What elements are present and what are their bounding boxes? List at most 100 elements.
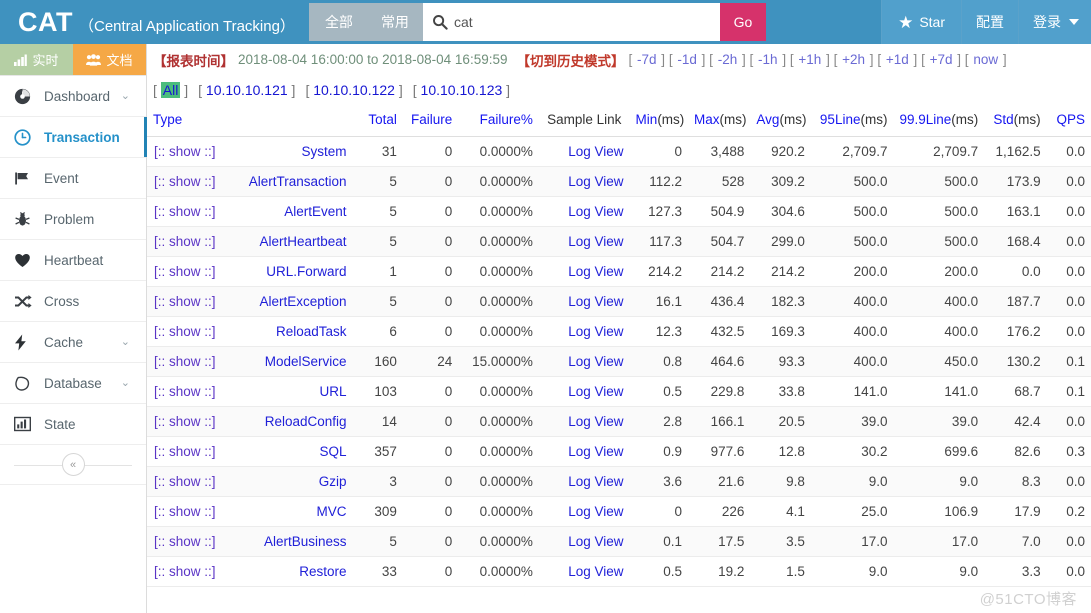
time-shift-minus-1h[interactable]: -1h bbox=[757, 52, 779, 67]
log-view-link[interactable]: Log View bbox=[568, 534, 623, 549]
time-shift-plus-1d[interactable]: +1d bbox=[885, 52, 910, 67]
show-link[interactable]: [:: show ::] bbox=[154, 444, 216, 459]
col-header-max[interactable]: Max(ms) bbox=[687, 105, 751, 137]
search-input[interactable] bbox=[453, 14, 720, 30]
time-shift-minus-7d[interactable]: -7d bbox=[636, 52, 658, 67]
show-cell: [:: show ::] bbox=[147, 136, 222, 167]
show-link[interactable]: [:: show ::] bbox=[154, 564, 216, 579]
show-link[interactable]: [:: show ::] bbox=[154, 324, 216, 339]
sidebar-item-transaction[interactable]: Transaction bbox=[0, 117, 147, 158]
type-link[interactable]: AlertHeartbeat bbox=[259, 234, 346, 249]
history-mode-link[interactable]: 【切到历史模式】 bbox=[516, 50, 624, 70]
star-button[interactable]: ★ Star bbox=[881, 0, 961, 44]
show-link[interactable]: [:: show ::] bbox=[154, 264, 216, 279]
ip-filter-link[interactable]: All bbox=[160, 82, 181, 98]
time-shift-plus-1h[interactable]: +1h bbox=[797, 52, 822, 67]
show-link[interactable]: [:: show ::] bbox=[154, 174, 216, 189]
log-view-link[interactable]: Log View bbox=[568, 564, 623, 579]
l95-cell: 39.0 bbox=[810, 406, 894, 437]
log-view-link[interactable]: Log View bbox=[568, 414, 623, 429]
filter-common-button[interactable]: 常用 bbox=[366, 3, 423, 41]
time-shift-plus-2h[interactable]: +2h bbox=[841, 52, 866, 67]
sample-link-cell: Log View bbox=[538, 556, 630, 587]
show-link[interactable]: [:: show ::] bbox=[154, 504, 216, 519]
sample-link-cell: Log View bbox=[538, 166, 630, 197]
col-header-qps[interactable]: QPS bbox=[1046, 105, 1091, 137]
ip-filter-link[interactable]: 10.10.10.123 bbox=[421, 82, 503, 98]
col-header-failure[interactable]: Failure bbox=[402, 105, 459, 137]
log-view-link[interactable]: Log View bbox=[568, 204, 623, 219]
type-link[interactable]: ReloadConfig bbox=[265, 414, 347, 429]
col-header-avg[interactable]: Avg(ms) bbox=[750, 105, 811, 137]
log-view-link[interactable]: Log View bbox=[568, 444, 623, 459]
mode-doc-button[interactable]: 文档 bbox=[73, 44, 146, 75]
show-link[interactable]: [:: show ::] bbox=[154, 294, 216, 309]
failure-cell: 0 bbox=[402, 556, 459, 587]
type-link[interactable]: ReloadTask bbox=[276, 324, 347, 339]
log-view-link[interactable]: Log View bbox=[568, 324, 623, 339]
type-link[interactable]: MVC bbox=[317, 504, 347, 519]
log-view-link[interactable]: Log View bbox=[568, 354, 623, 369]
sidebar-item-state[interactable]: State bbox=[0, 404, 146, 445]
log-view-link[interactable]: Log View bbox=[568, 234, 623, 249]
go-button[interactable]: Go bbox=[719, 3, 766, 41]
config-button[interactable]: 配置 bbox=[961, 0, 1018, 44]
sidebar-item-cache[interactable]: Cache ⌄ bbox=[0, 322, 146, 363]
type-link[interactable]: AlertEvent bbox=[284, 204, 346, 219]
type-link[interactable]: System bbox=[302, 144, 347, 159]
sidebar-item-database[interactable]: Database ⌄ bbox=[0, 363, 146, 404]
type-link[interactable]: Gzip bbox=[319, 474, 347, 489]
login-menu[interactable]: 登录 bbox=[1018, 0, 1091, 44]
log-view-link[interactable]: Log View bbox=[568, 264, 623, 279]
search-box[interactable] bbox=[422, 3, 720, 41]
time-shift-minus-1d[interactable]: -1d bbox=[676, 52, 698, 67]
sidebar-item-heartbeat[interactable]: Heartbeat bbox=[0, 240, 146, 281]
col-header-999line[interactable]: 99.9Line(ms) bbox=[893, 105, 985, 137]
sidebar-item-problem[interactable]: Problem bbox=[0, 199, 146, 240]
log-view-link[interactable]: Log View bbox=[568, 384, 623, 399]
type-link[interactable]: AlertBusiness bbox=[264, 534, 347, 549]
time-shift-now[interactable]: now bbox=[972, 52, 999, 67]
max-cell: 464.6 bbox=[687, 346, 751, 377]
report-time-bar: 【报表时间】 2018-08-04 16:00:00 to 2018-08-04… bbox=[147, 44, 1091, 75]
col-header-std[interactable]: Std(ms) bbox=[984, 105, 1047, 137]
show-link[interactable]: [:: show ::] bbox=[154, 534, 216, 549]
app-brand[interactable]: CAT （Central Application Tracking） bbox=[0, 0, 305, 44]
col-header-min[interactable]: Min(ms) bbox=[629, 105, 688, 137]
ip-filter-link[interactable]: 10.10.10.122 bbox=[313, 82, 395, 98]
chevron-down-icon: ⌄ bbox=[120, 89, 130, 102]
type-link[interactable]: AlertException bbox=[259, 294, 346, 309]
log-view-link[interactable]: Log View bbox=[568, 174, 623, 189]
type-link[interactable]: ModelService bbox=[265, 354, 347, 369]
col-header-type[interactable]: Type bbox=[147, 105, 353, 137]
col-header-95line[interactable]: 95Line(ms) bbox=[810, 105, 894, 137]
sidebar-item-event[interactable]: Event bbox=[0, 158, 146, 199]
col-header-failure-percent[interactable]: Failure% bbox=[458, 105, 539, 137]
show-link[interactable]: [:: show ::] bbox=[154, 384, 216, 399]
col-header-total[interactable]: Total bbox=[352, 105, 403, 137]
log-view-link[interactable]: Log View bbox=[568, 294, 623, 309]
show-link[interactable]: [:: show ::] bbox=[154, 474, 216, 489]
log-view-link[interactable]: Log View bbox=[568, 504, 623, 519]
type-link[interactable]: Restore bbox=[299, 564, 346, 579]
show-link[interactable]: [:: show ::] bbox=[154, 354, 216, 369]
sidebar-item-cross[interactable]: Cross bbox=[0, 281, 146, 322]
log-view-link[interactable]: Log View bbox=[568, 144, 623, 159]
type-link[interactable]: SQL bbox=[320, 444, 347, 459]
time-shift-minus-2h[interactable]: -2h bbox=[717, 52, 739, 67]
ip-filter-link[interactable]: 10.10.10.121 bbox=[206, 82, 288, 98]
collapse-sidebar-button[interactable]: « bbox=[61, 453, 85, 476]
log-view-link[interactable]: Log View bbox=[568, 474, 623, 489]
show-link[interactable]: [:: show ::] bbox=[154, 144, 216, 159]
type-link[interactable]: URL.Forward bbox=[266, 264, 346, 279]
time-shift-plus-7d[interactable]: +7d bbox=[929, 52, 954, 67]
sidebar-item-dashboard[interactable]: Dashboard ⌄ bbox=[0, 76, 146, 117]
show-link[interactable]: [:: show ::] bbox=[154, 234, 216, 249]
min-cell: 112.2 bbox=[629, 166, 688, 197]
mode-realtime-button[interactable]: 实时 bbox=[0, 44, 73, 75]
type-link[interactable]: URL bbox=[320, 384, 347, 399]
filter-all-button[interactable]: 全部 bbox=[308, 3, 367, 41]
show-link[interactable]: [:: show ::] bbox=[154, 414, 216, 429]
show-link[interactable]: [:: show ::] bbox=[154, 204, 216, 219]
type-link[interactable]: AlertTransaction bbox=[249, 174, 347, 189]
